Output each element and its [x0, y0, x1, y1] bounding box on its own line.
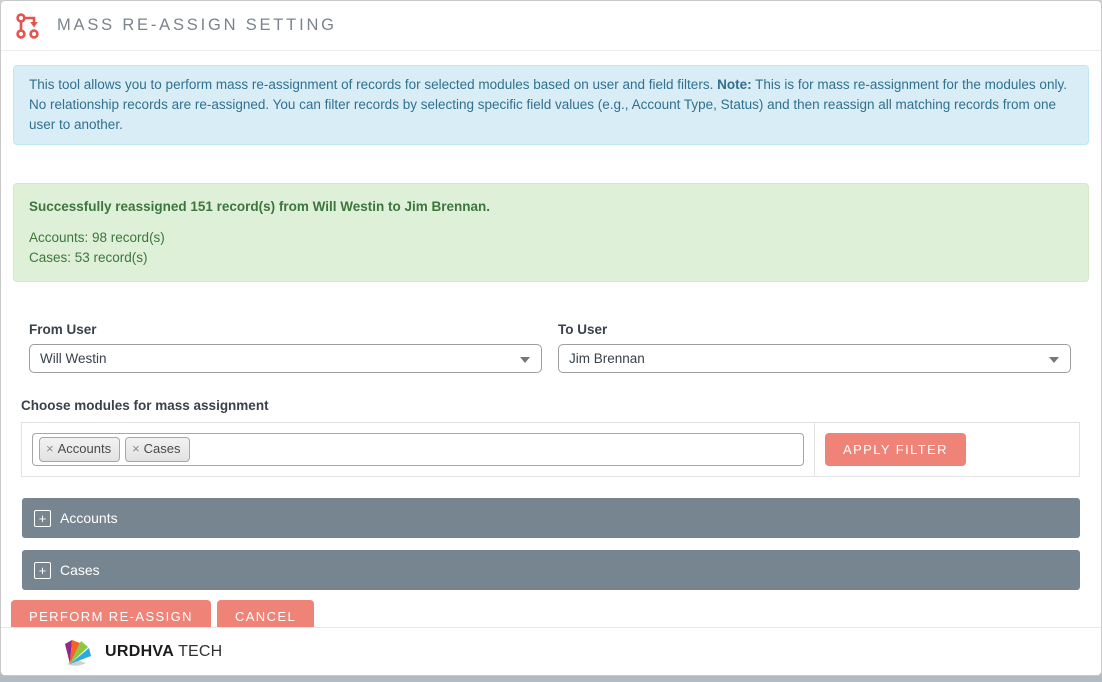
modules-input-cell: × Accounts × Cases [22, 423, 815, 476]
mass-reassign-window: MASS RE-ASSIGN SETTING This tool allows … [0, 0, 1102, 676]
apply-filter-cell: APPLY FILTER [815, 423, 1079, 476]
to-user-select[interactable]: Jim Brennan [558, 344, 1071, 373]
brand-primary-text: URDHVA [105, 643, 174, 661]
chevron-down-icon [1049, 357, 1059, 363]
module-chip-label: Cases [144, 441, 181, 457]
modules-multiselect-input[interactable]: × Accounts × Cases [32, 433, 804, 466]
from-user-value: Will Westin [40, 351, 107, 366]
brand-secondary-text: TECH [178, 643, 222, 661]
workflow-reassign-icon [14, 11, 44, 41]
to-user-value: Jim Brennan [569, 351, 645, 366]
success-alert-accounts-count: Accounts: 98 record(s) [29, 228, 1073, 248]
chevron-down-icon [520, 357, 530, 363]
info-alert-note-label: Note: [717, 77, 752, 92]
from-user-select[interactable]: Will Westin [29, 344, 542, 373]
info-alert-text: This tool allows you to perform mass re-… [29, 77, 717, 92]
from-user-label: From User [29, 321, 542, 338]
info-alert: This tool allows you to perform mass re-… [13, 65, 1089, 145]
page-title: MASS RE-ASSIGN SETTING [57, 16, 337, 35]
page-footer: URDHVA TECH [1, 627, 1101, 675]
module-chip-label: Accounts [58, 441, 111, 457]
panel-label: Cases [60, 562, 100, 578]
brand-wordmark: URDHVA TECH [105, 643, 222, 661]
module-chip-cases: × Cases [125, 437, 189, 462]
page-header: MASS RE-ASSIGN SETTING [1, 1, 1101, 51]
remove-chip-icon[interactable]: × [132, 441, 140, 457]
remove-chip-icon[interactable]: × [46, 441, 54, 457]
modules-filter-box: × Accounts × Cases APPLY FILTER [21, 422, 1080, 477]
apply-filter-button[interactable]: APPLY FILTER [825, 433, 966, 466]
urdhvatech-logo-icon [63, 637, 97, 667]
success-alert: Successfully reassigned 151 record(s) fr… [13, 183, 1089, 282]
to-user-field: To User Jim Brennan [558, 321, 1071, 373]
panel-label: Accounts [60, 510, 118, 526]
to-user-label: To User [558, 321, 1071, 338]
modules-section-label: Choose modules for mass assignment [21, 397, 1071, 414]
expand-plus-icon[interactable]: + [34, 562, 51, 579]
panel-header-cases[interactable]: + Cases [22, 550, 1080, 590]
module-chip-accounts: × Accounts [39, 437, 120, 462]
user-select-row: From User Will Westin To User Jim Brenna… [29, 321, 1071, 373]
success-alert-cases-count: Cases: 53 record(s) [29, 248, 1073, 268]
success-alert-title: Successfully reassigned 151 record(s) fr… [29, 197, 1073, 217]
from-user-field: From User Will Westin [29, 321, 542, 373]
panel-header-accounts[interactable]: + Accounts [22, 498, 1080, 538]
expand-plus-icon[interactable]: + [34, 510, 51, 527]
